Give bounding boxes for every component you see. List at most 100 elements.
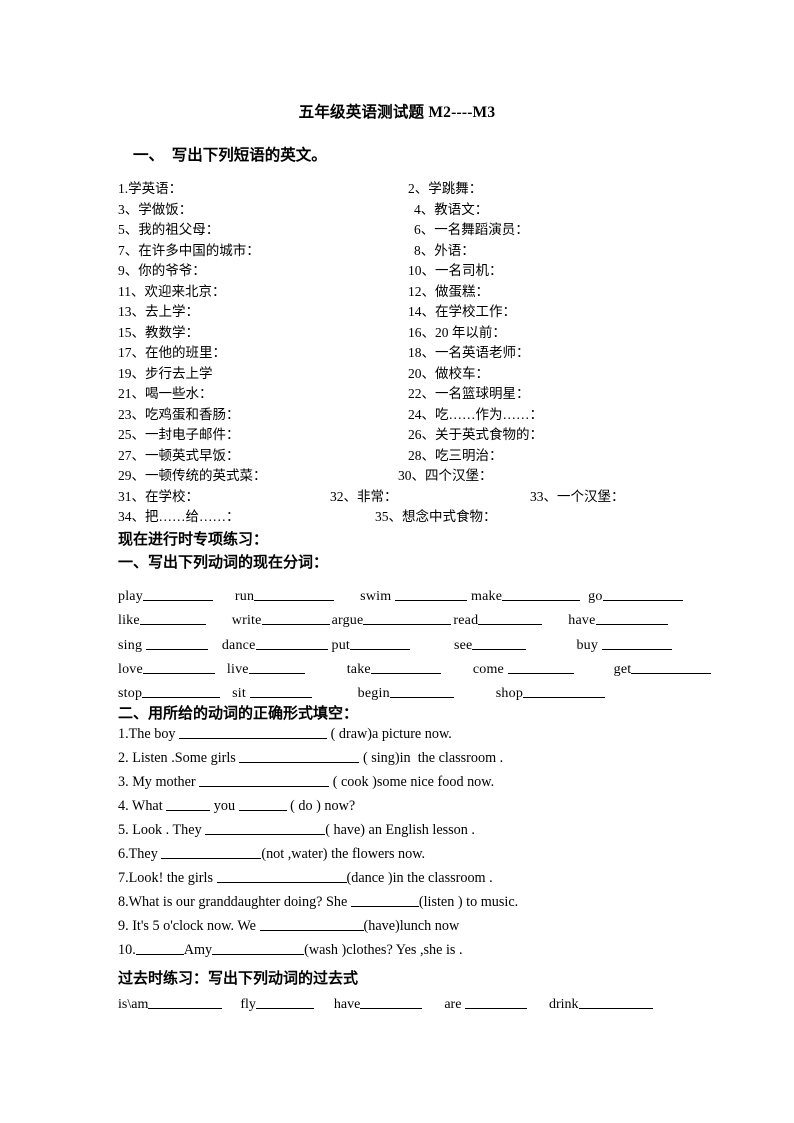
verb-word: buy	[576, 637, 602, 653]
exercise-sentence: 2. Listen .Some girls ( sing)in the clas…	[118, 749, 503, 767]
sentence-text: ( cook )some nice food now.	[329, 774, 495, 791]
exercise-sentence: 10. Amy (wash )clothes? Yes ,she is .	[118, 941, 463, 959]
sentence-text: 2. Listen .Some girls	[118, 750, 240, 767]
answer-blank[interactable]	[212, 941, 305, 956]
verb-word: read	[453, 612, 479, 628]
answer-blank[interactable]	[478, 611, 543, 625]
answer-blank[interactable]	[350, 636, 410, 650]
vocabulary-item-right: 6、一名舞蹈演员：	[414, 222, 529, 237]
sentence-text: 10.	[118, 942, 136, 959]
answer-blank[interactable]	[523, 684, 606, 698]
vocabulary-item-left: 7、在许多中国的城市：	[118, 242, 260, 258]
vocabulary-item-left: 17、在他的班里：	[118, 345, 226, 360]
answer-blank[interactable]	[254, 587, 335, 601]
verb-word: make	[471, 588, 503, 604]
answer-blank[interactable]	[145, 636, 208, 650]
answer-blank[interactable]	[255, 995, 314, 1009]
page-title: 五年级英语测试题 M2----M3	[298, 104, 496, 121]
verb-word: come	[472, 661, 508, 677]
vocabulary-row: 17、在他的班里： 18、一名英语老师：	[0, 343, 794, 364]
answer-blank[interactable]	[205, 821, 326, 836]
answer-blank[interactable]	[464, 995, 527, 1009]
answer-blank[interactable]	[216, 869, 347, 884]
sentence-text: 6.They	[118, 846, 162, 863]
answer-blank[interactable]	[389, 684, 454, 698]
vocabulary-item-left: 27、一顿英式早饭：	[118, 447, 240, 463]
verb-word: go	[588, 588, 603, 604]
answer-blank[interactable]	[148, 995, 223, 1009]
vocabulary-item: 33、一个汉堡：	[530, 488, 625, 504]
vocabulary-item-left: 21、喝一些水：	[118, 386, 213, 401]
exercise-sentence: 9. It's 5 o'clock now. We (have)lunch no…	[118, 917, 459, 935]
vocabulary-row: 13、去上学： 14、在学校工作：	[0, 302, 794, 323]
vocabulary-item-right: 4、教语文：	[414, 201, 489, 217]
vocabulary-row: 7、在许多中国的城市： 8、外语：	[0, 241, 794, 262]
answer-blank[interactable]	[135, 941, 184, 956]
verb-word: stop	[118, 685, 143, 701]
vocabulary-item-right: 24、吃……作为……：	[408, 406, 543, 422]
vocabulary-item-right: 8、外语：	[414, 242, 475, 258]
verb-word: shop	[495, 685, 524, 701]
verb-word: drink	[548, 996, 579, 1012]
answer-blank[interactable]	[249, 684, 312, 698]
answer-blank[interactable]	[261, 611, 330, 625]
answer-blank[interactable]	[578, 995, 653, 1009]
answer-blank[interactable]	[502, 587, 581, 601]
answer-blank[interactable]	[363, 611, 452, 625]
answer-blank[interactable]	[631, 660, 712, 674]
section-one-heading: 一、 写出下列短语的英文。	[133, 147, 327, 164]
answer-blank[interactable]	[139, 611, 206, 625]
answer-blank[interactable]	[179, 725, 328, 740]
vocabulary-row: 1.学英语： 2、学跳舞：	[0, 179, 794, 200]
answer-blank[interactable]	[166, 797, 211, 812]
present-continuous-heading: 现在进行时专项练习：	[118, 532, 269, 548]
answer-blank[interactable]	[259, 917, 364, 932]
answer-blank[interactable]	[255, 636, 328, 650]
verb-word: play	[118, 588, 143, 604]
sentence-text: Amy	[183, 942, 213, 959]
answer-blank[interactable]	[199, 773, 330, 788]
answer-blank[interactable]	[602, 587, 683, 601]
verb-word: fly	[240, 996, 256, 1012]
answer-blank[interactable]	[248, 660, 305, 674]
answer-blank[interactable]	[395, 587, 468, 601]
exercise-sentence: 6.They (not ,water) the flowers now.	[118, 845, 425, 863]
answer-blank[interactable]	[142, 660, 215, 674]
answer-blank[interactable]	[507, 660, 574, 674]
verb-word: put	[331, 637, 350, 653]
sentence-text: 9. It's 5 o'clock now. We	[118, 918, 260, 935]
sentence-text: (have)lunch now	[363, 918, 460, 935]
verb-word: run	[234, 588, 255, 604]
exercise-sentence: 4. What you ( do ) now?	[118, 797, 355, 815]
verb-blank-line: like write argue read have	[118, 611, 668, 629]
vocabulary-row: 29、一顿传统的英式菜： 30、四个汉堡：	[0, 466, 794, 487]
vocabulary-item-left: 1.学英语：	[118, 181, 183, 196]
answer-blank[interactable]	[238, 797, 287, 812]
verb-blank-line: sing dance put see buy	[118, 636, 672, 654]
answer-blank[interactable]	[472, 636, 527, 650]
vocabulary-item-right: 16、20 年以前：	[408, 324, 506, 340]
vocabulary-row: 34、把……给……： 35、想念中式食物：	[0, 507, 794, 528]
answer-blank[interactable]	[595, 611, 668, 625]
verb-word: love	[118, 661, 143, 677]
answer-blank[interactable]	[350, 893, 419, 908]
answer-blank[interactable]	[239, 749, 360, 764]
vocabulary-item-right: 26、关于英式食物的：	[408, 427, 543, 442]
sentence-text: 8.What is our granddaughter doing? She	[118, 894, 351, 911]
sentence-text: 7.Look! the girls	[118, 870, 217, 887]
vocabulary-item-left: 15、教数学：	[118, 324, 199, 340]
answer-blank[interactable]	[360, 995, 423, 1009]
answer-blank[interactable]	[142, 684, 221, 698]
answer-blank[interactable]	[601, 636, 672, 650]
verb-blank-line: love live take come get	[118, 660, 712, 678]
vocabulary-item-right: 2、学跳舞：	[408, 181, 483, 196]
answer-blank[interactable]	[161, 845, 262, 860]
vocabulary-item-left: 5、我的祖父母：	[118, 222, 220, 237]
answer-blank[interactable]	[370, 660, 441, 674]
vocabulary-row: 27、一顿英式早饭： 28、吃三明治：	[0, 446, 794, 467]
verb-word: get	[613, 661, 632, 677]
answer-blank[interactable]	[142, 587, 213, 601]
present-participle-heading: 一、写出下列动词的现在分词：	[118, 555, 329, 571]
vocabulary-item: 32、非常：	[330, 488, 398, 504]
verb-word: take	[346, 661, 371, 677]
